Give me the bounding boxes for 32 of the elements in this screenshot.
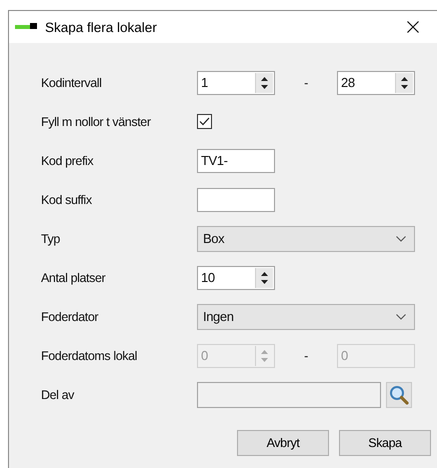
dropdown[interactable]: Ingen — [197, 304, 415, 330]
spin-field[interactable]: 28 — [337, 70, 415, 94]
field-label: Kod prefix — [41, 154, 94, 168]
dropdown[interactable]: Box — [197, 226, 415, 252]
chevron-down-icon — [396, 314, 406, 320]
search-icon — [389, 384, 409, 404]
chevron-down-icon — [396, 236, 406, 242]
spin-field[interactable]: 1 — [197, 70, 275, 94]
checkbox[interactable] — [197, 114, 212, 129]
spin-arrows-icon[interactable] — [400, 74, 409, 90]
field-label: Fyll m nollor t vänster — [41, 114, 152, 128]
dash-separator: - — [303, 76, 309, 90]
field-label: Antal platser — [41, 270, 106, 284]
spin-arrows-icon[interactable] — [260, 270, 269, 286]
dialog-button[interactable]: Avbryt — [237, 430, 329, 456]
dash-separator: - — [303, 348, 309, 362]
input-field[interactable] — [197, 382, 381, 408]
field-label: Kod suffix — [41, 192, 93, 206]
spin-arrows-icon[interactable] — [260, 74, 269, 90]
dialog-button[interactable]: Skapa — [339, 430, 431, 456]
field-label: Del av — [41, 388, 76, 402]
spin-field[interactable]: 10 — [197, 266, 275, 290]
input-field[interactable]: TV1- — [197, 148, 275, 172]
input-field[interactable] — [197, 188, 275, 212]
field-label: Typ — [41, 232, 61, 246]
field-label: Kodintervall — [41, 76, 103, 90]
field-label: Foderdatoms lokal — [41, 348, 138, 362]
search-button[interactable] — [386, 382, 412, 408]
field-label: Foderdator — [41, 310, 100, 324]
app-icon — [15, 23, 37, 31]
window-title: Skapa flera lokaler — [45, 20, 157, 34]
close-icon[interactable] — [407, 21, 419, 33]
